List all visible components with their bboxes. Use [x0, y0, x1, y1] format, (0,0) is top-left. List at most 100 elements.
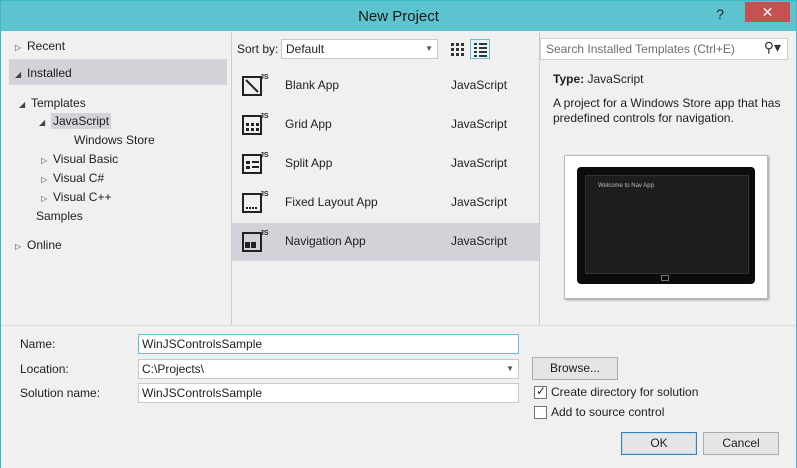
tree-item-samples[interactable]: Samples: [36, 209, 83, 223]
name-value: WinJSControlsSample: [142, 337, 263, 351]
close-button[interactable]: ✕: [745, 2, 790, 22]
preview-title: Welcome to Nav App: [598, 183, 654, 189]
grid-view-icon: [451, 43, 464, 56]
template-preview: Welcome to Nav App: [564, 155, 768, 299]
chevron-down-icon: ▼: [425, 44, 433, 53]
create-directory-label: Create directory for solution: [551, 385, 699, 399]
search-templates-input[interactable]: Search Installed Templates (Ctrl+E) ⚲▾: [540, 38, 788, 60]
solution-name-value: WinJSControlsSample: [142, 386, 263, 400]
dialog-title: New Project: [358, 8, 439, 25]
tree-item-online[interactable]: ▷ Online: [15, 238, 62, 252]
svg-text:JS: JS: [260, 152, 269, 159]
tree-label: Visual Basic: [53, 152, 119, 166]
tree-label: Templates: [31, 96, 86, 110]
expand-arrow-icon: ▷: [15, 43, 22, 52]
location-field[interactable]: C:\Projects\ ▼: [138, 359, 519, 379]
tree-label: Samples: [36, 209, 83, 223]
svg-text:JS: JS: [260, 113, 269, 120]
location-value: C:\Projects\: [142, 362, 205, 376]
expand-arrow-icon: ▷: [41, 194, 48, 203]
tree-label: Recent: [27, 39, 66, 53]
small-icons-view-button[interactable]: [447, 39, 467, 59]
tree-label: Visual C++: [53, 190, 112, 204]
solution-name-field[interactable]: WinJSControlsSample: [138, 383, 519, 403]
project-form: Name: WinJSControlsSample Location: C:\P…: [1, 325, 796, 468]
ok-button[interactable]: OK: [621, 432, 697, 455]
list-view-button[interactable]: [470, 39, 490, 59]
tree-label: Online: [27, 238, 62, 252]
template-row-fixed-layout-app[interactable]: JS Fixed Layout App JavaScript: [232, 184, 539, 222]
template-language: JavaScript: [451, 117, 508, 131]
name-field[interactable]: WinJSControlsSample: [138, 334, 519, 354]
expand-arrow-icon: ▷: [15, 242, 22, 251]
collapse-arrow-icon: ◢: [19, 100, 26, 109]
svg-text:JS: JS: [260, 191, 269, 198]
template-language: JavaScript: [451, 234, 508, 248]
name-label: Name:: [20, 337, 56, 351]
template-language: JavaScript: [451, 78, 508, 92]
chevron-down-icon[interactable]: ▼: [506, 364, 514, 373]
template-tree: ▷ Recent ◢ Installed ◢ Templates ◢ JavaScrip…: [9, 32, 231, 325]
expand-arrow-icon: ▷: [41, 156, 48, 165]
template-language: JavaScript: [451, 156, 508, 170]
cancel-button[interactable]: Cancel: [703, 432, 779, 455]
tree-item-visual-basic[interactable]: ▷ Visual Basic: [41, 152, 118, 166]
windows-logo-icon: [661, 275, 669, 281]
tree-item-installed[interactable]: ◢ Installed: [15, 66, 72, 80]
template-row-navigation-app[interactable]: JS Navigation App JavaScript: [232, 223, 539, 261]
sort-value: Default: [286, 42, 325, 56]
template-name: Fixed Layout App: [285, 195, 378, 209]
expand-arrow-icon: ▷: [41, 175, 48, 184]
source-control-checkbox[interactable]: [534, 406, 547, 419]
source-control-label: Add to source control: [551, 405, 665, 419]
blank-app-icon: JS: [242, 74, 269, 96]
sort-label: Sort by:: [237, 42, 279, 56]
navigation-app-icon: JS: [242, 230, 269, 252]
template-name: Split App: [285, 156, 333, 170]
preview-screen: Welcome to Nav App: [585, 175, 749, 274]
collapse-arrow-icon: ◢: [39, 118, 46, 127]
search-icon[interactable]: ⚲▾: [764, 39, 781, 56]
template-name: Navigation App: [285, 234, 366, 248]
search-placeholder: Search Installed Templates (Ctrl+E): [546, 42, 735, 56]
tree-label: Windows Store: [74, 133, 155, 147]
create-directory-checkbox[interactable]: ✓: [534, 384, 547, 399]
grid-app-icon: JS: [242, 113, 269, 135]
type-label: Type:: [553, 72, 585, 86]
tablet-image: Welcome to Nav App: [577, 167, 755, 284]
pane-divider: [539, 32, 540, 325]
template-type: Type: JavaScript: [553, 72, 644, 86]
browse-button[interactable]: Browse...: [532, 357, 618, 380]
template-name: Grid App: [285, 117, 332, 131]
template-description: A project for a Windows Store app that h…: [553, 96, 781, 125]
tree-label: Installed: [27, 66, 72, 80]
tree-label: Visual C#: [53, 171, 105, 185]
template-name: Blank App: [285, 78, 340, 92]
template-row-blank-app[interactable]: JS Blank App JavaScript: [232, 67, 539, 105]
template-language: JavaScript: [451, 195, 508, 209]
type-value: JavaScript: [587, 72, 644, 86]
collapse-arrow-icon: ◢: [15, 70, 22, 79]
title-bar: New Project ? ✕: [1, 1, 796, 31]
fixed-layout-app-icon: JS: [242, 191, 269, 213]
tree-item-visual-cpp[interactable]: ▷ Visual C++: [41, 190, 111, 204]
template-row-split-app[interactable]: JS Split App JavaScript: [232, 145, 539, 183]
solution-name-label: Solution name:: [20, 386, 101, 400]
tree-item-windows-store[interactable]: Windows Store: [74, 133, 155, 147]
svg-text:JS: JS: [260, 230, 269, 237]
template-row-grid-app[interactable]: JS Grid App JavaScript: [232, 106, 539, 144]
tree-label: JavaScript: [51, 113, 112, 129]
split-app-icon: JS: [242, 152, 269, 174]
tree-item-recent[interactable]: ▷ Recent: [15, 39, 65, 53]
tree-item-visual-csharp[interactable]: ▷ Visual C#: [41, 171, 104, 185]
tree-item-javascript[interactable]: ◢ JavaScript: [39, 113, 112, 129]
new-project-dialog: New Project ? ✕ ▷ Recent ◢ Installed ◢ Temp…: [0, 0, 797, 468]
template-list: JS Blank App JavaScript JS Grid App Java…: [232, 67, 539, 263]
svg-text:JS: JS: [260, 74, 269, 81]
help-button[interactable]: ?: [716, 6, 724, 22]
list-view-icon: [474, 43, 487, 57]
location-label: Location:: [20, 362, 69, 376]
checkmark-icon: ✓: [536, 384, 547, 398]
sort-dropdown[interactable]: Default ▼: [281, 39, 438, 59]
tree-item-templates[interactable]: ◢ Templates: [19, 96, 86, 110]
